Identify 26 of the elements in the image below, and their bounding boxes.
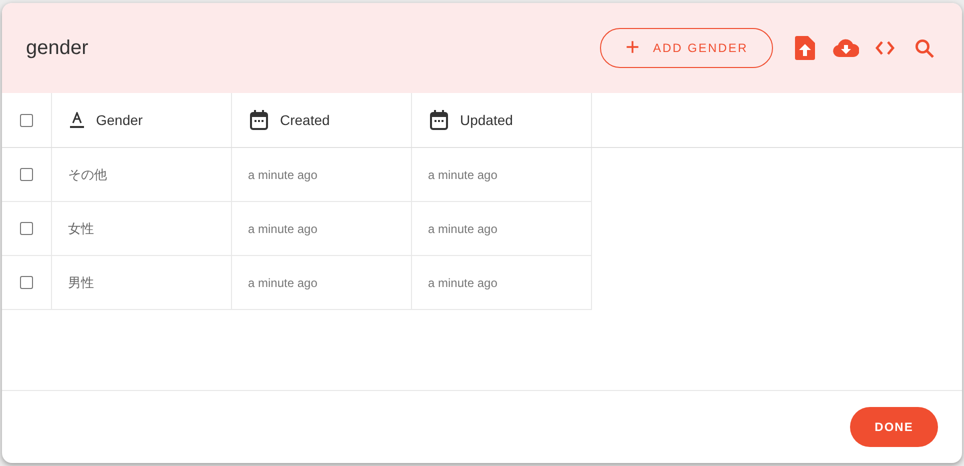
checkbox[interactable]: [20, 168, 33, 181]
done-button[interactable]: DONE: [850, 407, 938, 447]
table-cell-text: a minute ago: [248, 220, 318, 238]
checkbox[interactable]: [20, 114, 33, 126]
table-cell-text: a minute ago: [428, 220, 498, 238]
plus-icon: +: [625, 36, 641, 60]
column-header[interactable]: Created: [280, 110, 330, 130]
checkbox[interactable]: [20, 222, 33, 235]
code-icon[interactable]: [875, 41, 895, 55]
table-cell-text: a minute ago: [248, 274, 318, 292]
column-header[interactable]: Gender: [96, 110, 143, 130]
column-header[interactable]: Updated: [460, 110, 513, 130]
table-cell-text: 女性: [68, 220, 94, 238]
calendar-icon: [250, 110, 268, 130]
table-cell-text: 男性: [68, 274, 94, 292]
dialog-title: gender: [26, 36, 90, 61]
checkbox[interactable]: [20, 276, 33, 289]
table-cell-text: a minute ago: [428, 166, 498, 184]
search-icon[interactable]: [915, 38, 934, 58]
calendar-icon: [430, 110, 448, 130]
text-format-icon: [70, 112, 84, 128]
table-cell-text: a minute ago: [428, 274, 498, 292]
file-upload-icon[interactable]: [795, 36, 815, 60]
cloud-download-icon[interactable]: [833, 39, 859, 57]
table-cell-text: a minute ago: [248, 166, 318, 184]
table-cell-text: その他: [68, 166, 107, 184]
